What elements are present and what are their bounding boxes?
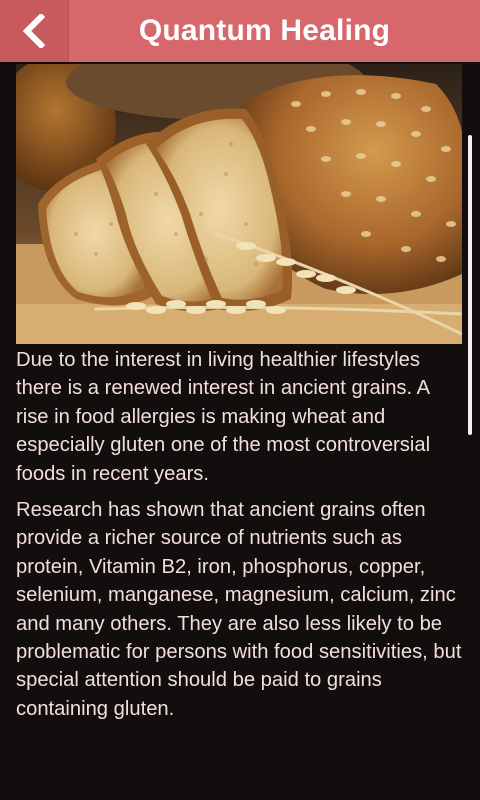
chevron-left-icon [22, 14, 46, 48]
paragraph-2: Research has shown that ancient grains o… [16, 499, 462, 720]
article-content[interactable]: Due to the interest in living healthier … [0, 62, 480, 800]
page-title: Quantum Healing [138, 14, 391, 47]
scrollbar[interactable] [468, 135, 472, 435]
bread-loaf-with-wheat-image [16, 64, 462, 344]
article-text: Due to the interest in living healthier … [16, 346, 466, 731]
app-header: Quantum Healing [0, 0, 480, 62]
paragraph-1: Due to the interest in living healthier … [16, 349, 431, 485]
back-button[interactable] [0, 0, 69, 62]
